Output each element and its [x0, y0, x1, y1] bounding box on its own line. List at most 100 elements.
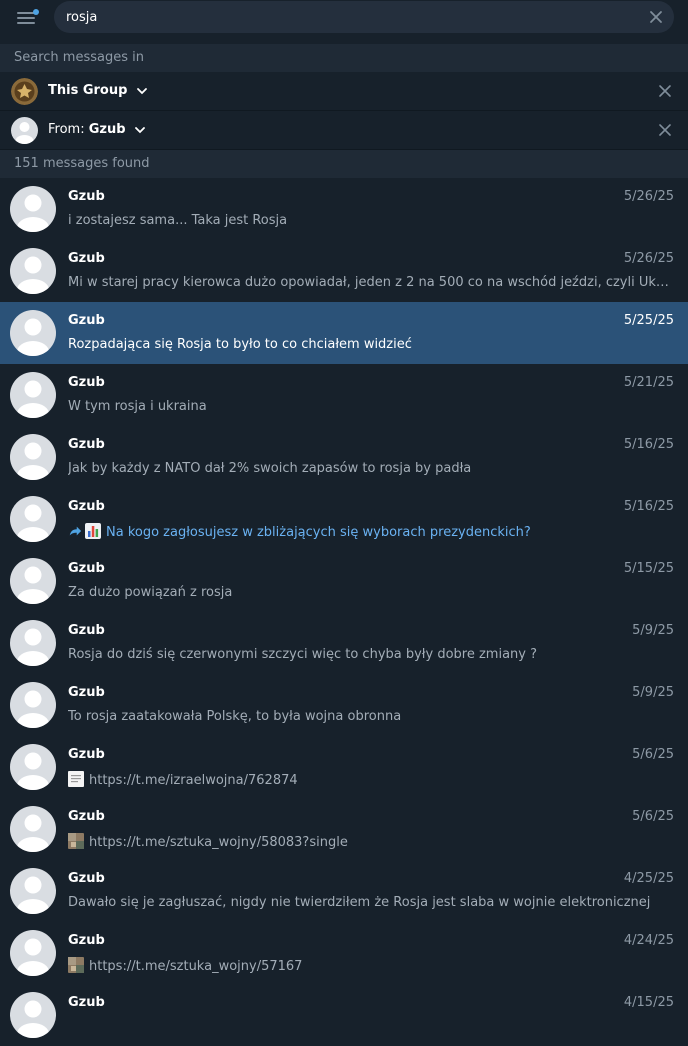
search-result-item[interactable]: Gzub 5/16/25 Jak by każdy z NATO dał 2% sw… — [0, 426, 688, 488]
hamburger-icon-bar — [17, 17, 35, 19]
search-section-label: Search messages in — [0, 44, 688, 72]
message-text: Jak by każdy z NATO dał 2% swoich zapasó… — [68, 461, 472, 476]
hamburger-icon-bar — [17, 22, 35, 24]
message-text: Na kogo zagłosujesz w zbliżających się w… — [106, 525, 531, 540]
search-result-item[interactable]: Gzub 5/26/25 Mi w starej pracy kierowca du… — [0, 240, 688, 302]
message-preview: Rozpadająca się Rosja to było to co chci… — [68, 337, 674, 352]
document-thumb-icon — [68, 771, 89, 788]
search-result-item[interactable]: Gzub 5/6/25 https://t.me/izraelwojna/76287… — [0, 736, 688, 798]
clear-search-icon[interactable] — [648, 9, 664, 25]
search-result-item[interactable]: Gzub 4/24/25 https://t.me/sztuka_wojny/571… — [0, 922, 688, 984]
search-result-item[interactable]: Gzub 4/15/25 — [0, 984, 688, 1046]
search-result-item[interactable]: Gzub 5/25/25 Rozpadająca się Rosja to było… — [0, 302, 688, 364]
message-date: 4/25/25 — [623, 871, 674, 886]
avatar — [10, 744, 56, 790]
avatar — [10, 868, 56, 914]
message-date: 5/9/25 — [632, 623, 674, 638]
message-date: 5/26/25 — [623, 189, 674, 204]
avatar — [10, 310, 56, 356]
avatar — [10, 930, 56, 976]
message-preview: i zostajesz sama... Taka jest Rosja — [68, 213, 674, 228]
results-count: 151 messages found — [0, 150, 688, 178]
results-list: Gzub 5/26/25 i zostajesz sama... Taka jest… — [0, 178, 688, 1046]
message-preview: https://t.me/izraelwojna/762874 — [68, 771, 674, 788]
avatar — [10, 372, 56, 418]
message-date: 5/9/25 — [632, 685, 674, 700]
chat-filter-label[interactable]: This Group — [48, 72, 148, 110]
sender-name: Gzub — [68, 995, 105, 1010]
from-filter-label[interactable]: From: Gzub — [48, 111, 146, 149]
remove-from-filter-icon[interactable] — [658, 123, 672, 137]
sender-name: Gzub — [68, 251, 105, 266]
search-result-item[interactable]: Gzub 5/26/25 i zostajesz sama... Taka jest… — [0, 178, 688, 240]
chat-filter-value: This Group — [48, 83, 128, 98]
sender-name: Gzub — [68, 747, 105, 762]
message-text: https://t.me/sztuka_wojny/57167 — [89, 959, 303, 974]
search-result-item[interactable]: Gzub 5/16/25 Na kogo zagłosujesz w zbliżaj… — [0, 488, 688, 550]
message-text: Rozpadająca się Rosja to było to co chci… — [68, 337, 412, 352]
sender-name: Gzub — [68, 623, 105, 638]
message-text: https://t.me/sztuka_wojny/58083?single — [89, 835, 348, 850]
sender-name: Gzub — [68, 499, 105, 514]
message-date: 5/6/25 — [632, 747, 674, 762]
avatar — [10, 558, 56, 604]
message-date: 4/24/25 — [623, 933, 674, 948]
message-text: i zostajesz sama... Taka jest Rosja — [68, 213, 288, 228]
photo-thumb-icon — [68, 833, 89, 850]
sender-name: Gzub — [68, 313, 105, 328]
unread-dot — [33, 9, 39, 15]
message-date: 5/16/25 — [623, 437, 674, 452]
search-result-item[interactable]: Gzub 5/6/25 https://t.me/sztuka_wojny/5808… — [0, 798, 688, 860]
chevron-down-icon — [135, 126, 145, 133]
message-preview: Na kogo zagłosujesz w zbliżających się w… — [68, 523, 674, 540]
search-result-item[interactable]: Gzub 5/9/25 Rosja do dziś się czerwonymi s… — [0, 612, 688, 674]
sender-name: Gzub — [68, 375, 105, 390]
sender-name: Gzub — [68, 685, 105, 700]
search-result-item[interactable]: Gzub 5/9/25 To rosja zaatakowała Polskę, t… — [0, 674, 688, 736]
avatar — [10, 620, 56, 666]
message-preview: Dawało się je zagłuszać, nigdy nie twier… — [68, 895, 674, 910]
message-text: Mi w starej pracy kierowca dużo opowiada… — [68, 275, 674, 290]
chevron-down-icon — [137, 87, 147, 94]
from-filter-value: Gzub — [88, 122, 126, 137]
results-count-text: 151 messages found — [14, 156, 150, 171]
message-date: 5/21/25 — [623, 375, 674, 390]
search-result-item[interactable]: Gzub 5/21/25 W tym rosja i ukraina — [0, 364, 688, 426]
search-result-item[interactable]: Gzub 5/15/25 Za dużo powiązań z rosja — [0, 550, 688, 612]
message-date: 5/25/25 — [623, 313, 674, 328]
message-date: 5/15/25 — [623, 561, 674, 576]
avatar — [10, 682, 56, 728]
message-text: Dawało się je zagłuszać, nigdy nie twier… — [68, 895, 651, 910]
sender-name: Gzub — [68, 561, 105, 576]
from-filter[interactable]: From: Gzub — [0, 111, 688, 150]
search-input[interactable] — [66, 1, 626, 33]
avatar — [10, 186, 56, 232]
user-avatar — [11, 117, 38, 144]
chat-filter[interactable]: This Group — [0, 72, 688, 111]
photo-thumb-icon — [68, 957, 89, 974]
message-preview: Rosja do dziś się czerwonymi szczyci wię… — [68, 647, 674, 662]
from-filter-prefix: From: — [48, 122, 89, 137]
message-text: W tym rosja i ukraina — [68, 399, 207, 414]
message-text: https://t.me/izraelwojna/762874 — [89, 773, 298, 788]
search-section-label-text: Search messages in — [14, 50, 144, 65]
message-text: To rosja zaatakowała Polskę, to była woj… — [68, 709, 402, 724]
message-preview: Mi w starej pracy kierowca dużo opowiada… — [68, 275, 674, 290]
search-box[interactable] — [54, 1, 674, 33]
message-preview: To rosja zaatakowała Polskę, to była woj… — [68, 709, 674, 724]
sender-name: Gzub — [68, 809, 105, 824]
avatar — [10, 806, 56, 852]
avatar — [10, 992, 56, 1038]
message-date: 5/16/25 — [623, 499, 674, 514]
message-preview: Jak by każdy z NATO dał 2% swoich zapasó… — [68, 461, 674, 476]
search-result-item[interactable]: Gzub 4/25/25 Dawało się je zagłuszać, nigd… — [0, 860, 688, 922]
avatar — [10, 248, 56, 294]
avatar — [10, 434, 56, 480]
message-preview: Za dużo powiązań z rosja — [68, 585, 674, 600]
top-bar — [0, 0, 688, 44]
forward-poll-icon — [68, 523, 106, 540]
sender-name: Gzub — [68, 437, 105, 452]
menu-button[interactable] — [11, 6, 43, 30]
sender-name: Gzub — [68, 871, 105, 886]
remove-chat-filter-icon[interactable] — [658, 84, 672, 98]
